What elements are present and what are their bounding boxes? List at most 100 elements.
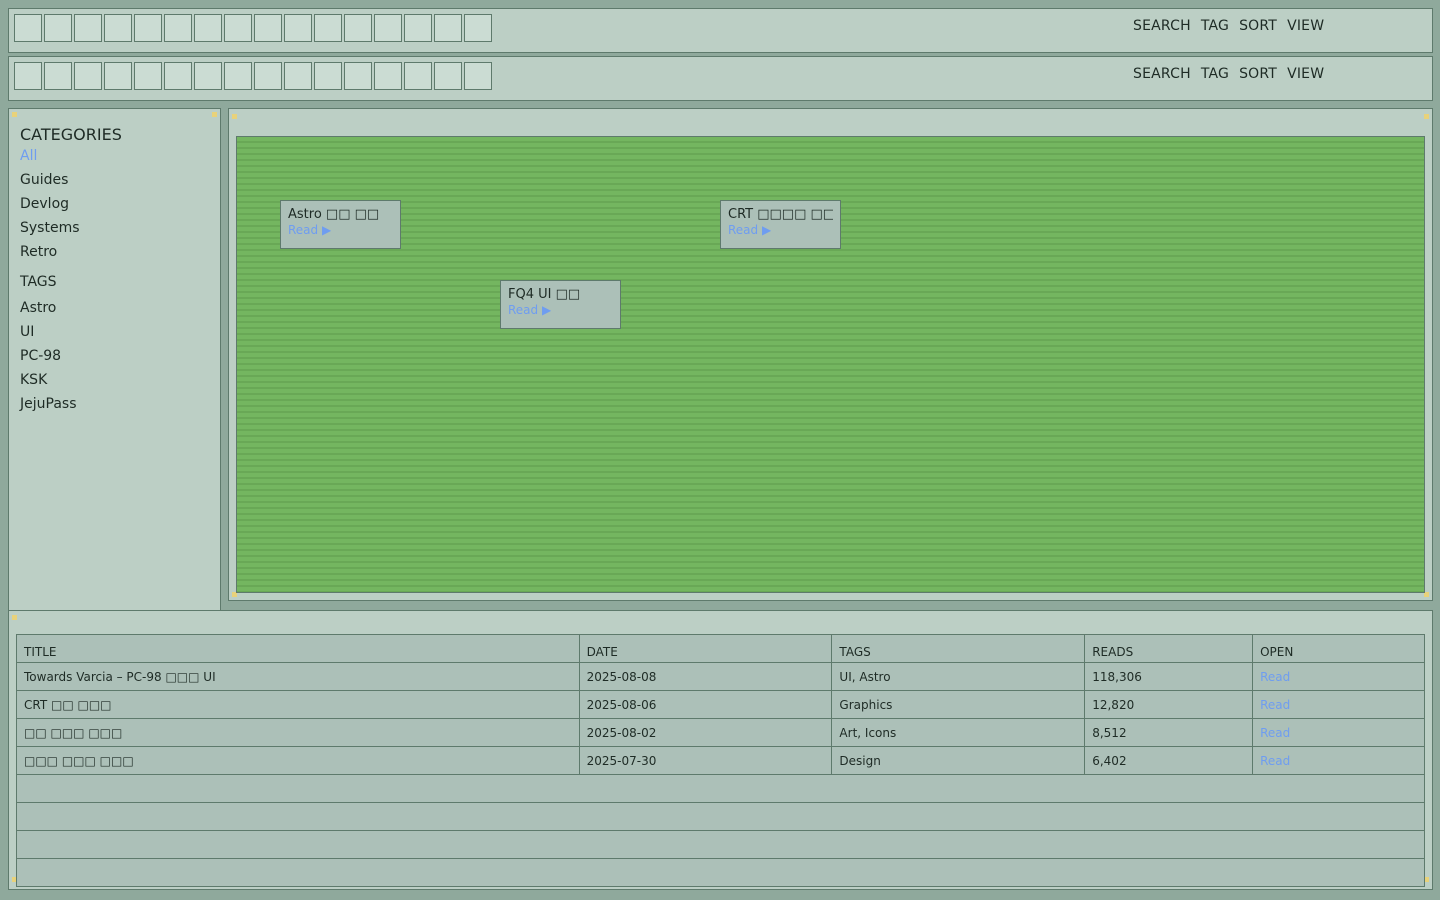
read-link[interactable]: Read [1252,718,1425,747]
column-header-date[interactable]: DATE [578,634,833,663]
toolbar-slot-button[interactable] [14,14,42,42]
toolbar-slot-button[interactable] [44,14,72,42]
toolbar-slot-button[interactable] [74,14,102,42]
tag-item-ksk[interactable]: KSK [20,368,77,392]
read-link[interactable]: Read ▶ [728,223,833,237]
toolbar-row-1: SEARCH TAG SORT VIEW [8,8,1433,53]
post-card[interactable]: Astro □□ □□ Read ▶ [280,200,401,249]
toolbar-slot-button[interactable] [434,62,462,90]
post-card-title: CRT □□□□ □□ [728,207,833,222]
view-menu-item[interactable]: VIEW [1287,18,1324,34]
toolbar-slot-button[interactable] [254,62,282,90]
toolbar-slot-button[interactable] [284,14,312,42]
toolbar-slot-button[interactable] [314,14,342,42]
toolbar-slot-button[interactable] [464,14,492,42]
cell-reads: 8,512 [1084,718,1254,747]
toolbar-slot-button[interactable] [344,62,372,90]
post-map[interactable]: Astro □□ □□ Read ▶ FQ4 UI □□ Read ▶ CRT … [236,136,1425,593]
toolbar-slot-button[interactable] [374,14,402,42]
read-link[interactable]: Read [1252,746,1425,775]
map-panel: Astro □□ □□ Read ▶ FQ4 UI □□ Read ▶ CRT … [228,108,1433,601]
read-link[interactable]: Read ▶ [288,223,393,237]
categories-heading: CATEGORIES [20,125,122,144]
cell-tags: Art, Icons [831,718,1086,747]
table-row[interactable]: CRT □□ □□□ 2025-08-06 Graphics 12,820 Re… [16,690,1425,719]
cell-date: 2025-08-06 [578,690,833,719]
cell-date: 2025-07-30 [578,746,833,775]
post-card-title: Astro □□ □□ [288,207,380,222]
cell-title: Towards Varcia – PC-98 □□□ UI [16,662,580,691]
toolbar-slot-button[interactable] [44,62,72,90]
toolbar-slot-button[interactable] [434,14,462,42]
toolbar-slot-button[interactable] [134,14,162,42]
empty-table-row [16,802,1425,831]
column-header-tags[interactable]: TAGS [831,634,1086,663]
tag-menu-item[interactable]: TAG [1201,66,1229,82]
category-item-guides[interactable]: Guides [20,168,80,192]
column-header-reads[interactable]: READS [1084,634,1254,663]
cell-tags: Design [831,746,1086,775]
toolbar-slot-button[interactable] [224,14,252,42]
category-item-all[interactable]: All [20,144,80,168]
tag-item-ui[interactable]: UI [20,320,77,344]
cell-title: CRT □□ □□□ [16,690,580,719]
toolbar-slot-button[interactable] [164,62,192,90]
empty-table-row [16,858,1425,887]
tag-menu-item[interactable]: TAG [1201,18,1229,34]
toolbar-slots [14,14,492,42]
toolbar-menu: SEARCH TAG SORT VIEW [1133,66,1324,82]
toolbar-slot-button[interactable] [404,62,432,90]
toolbar-slot-button[interactable] [344,14,372,42]
table-row[interactable]: Towards Varcia – PC-98 □□□ UI 2025-08-08… [16,662,1425,691]
toolbar-slot-button[interactable] [374,62,402,90]
corner-marker [1424,114,1429,119]
toolbar-slot-button[interactable] [104,62,132,90]
sort-menu-item[interactable]: SORT [1239,18,1277,34]
tags-heading: TAGS [20,274,57,290]
toolbar-slot-button[interactable] [14,62,42,90]
toolbar-slot-button[interactable] [284,62,312,90]
search-menu-item[interactable]: SEARCH [1133,18,1191,34]
table-row[interactable]: □□□ □□□ □□□ 2025-07-30 Design 6,402 Read [16,746,1425,775]
search-menu-item[interactable]: SEARCH [1133,66,1191,82]
column-header-open[interactable]: OPEN [1252,634,1425,663]
posts-table: TITLE DATE TAGS READS OPEN Towards Varci… [16,634,1425,887]
toolbar-slot-button[interactable] [404,14,432,42]
cell-reads: 118,306 [1084,662,1254,691]
table-row[interactable]: □□ □□□ □□□ 2025-08-02 Art, Icons 8,512 R… [16,718,1425,747]
category-list: All Guides Devlog Systems Retro [20,144,80,264]
toolbar-slot-button[interactable] [74,62,102,90]
category-item-devlog[interactable]: Devlog [20,192,80,216]
tag-item-pc98[interactable]: PC-98 [20,344,77,368]
toolbar-slot-button[interactable] [254,14,282,42]
category-item-systems[interactable]: Systems [20,216,80,240]
toolbar-row-2: SEARCH TAG SORT VIEW [8,56,1433,101]
toolbar-slot-button[interactable] [224,62,252,90]
read-link[interactable]: Read ▶ [508,303,613,317]
cell-reads: 12,820 [1084,690,1254,719]
read-link[interactable]: Read [1252,662,1425,691]
post-card[interactable]: CRT □□□□ □□ Read ▶ [720,200,841,249]
post-card[interactable]: FQ4 UI □□ Read ▶ [500,280,621,329]
read-link[interactable]: Read [1252,690,1425,719]
cell-tags: Graphics [831,690,1086,719]
view-menu-item[interactable]: VIEW [1287,66,1324,82]
tag-item-jejupass[interactable]: JejuPass [20,392,77,416]
toolbar-slot-button[interactable] [164,14,192,42]
tag-item-astro[interactable]: Astro [20,296,77,320]
category-item-retro[interactable]: Retro [20,240,80,264]
toolbar-slot-button[interactable] [134,62,162,90]
toolbar-slot-button[interactable] [314,62,342,90]
toolbar-slot-button[interactable] [194,62,222,90]
column-header-title[interactable]: TITLE [16,634,580,663]
empty-table-row [16,774,1425,803]
cell-tags: UI, Astro [831,662,1086,691]
sort-menu-item[interactable]: SORT [1239,66,1277,82]
sidebar: CATEGORIES All Guides Devlog Systems Ret… [8,108,221,611]
tag-list: Astro UI PC-98 KSK JejuPass [20,296,77,416]
cell-reads: 6,402 [1084,746,1254,775]
empty-table-row [16,830,1425,859]
toolbar-slot-button[interactable] [104,14,132,42]
toolbar-slot-button[interactable] [464,62,492,90]
toolbar-slot-button[interactable] [194,14,222,42]
